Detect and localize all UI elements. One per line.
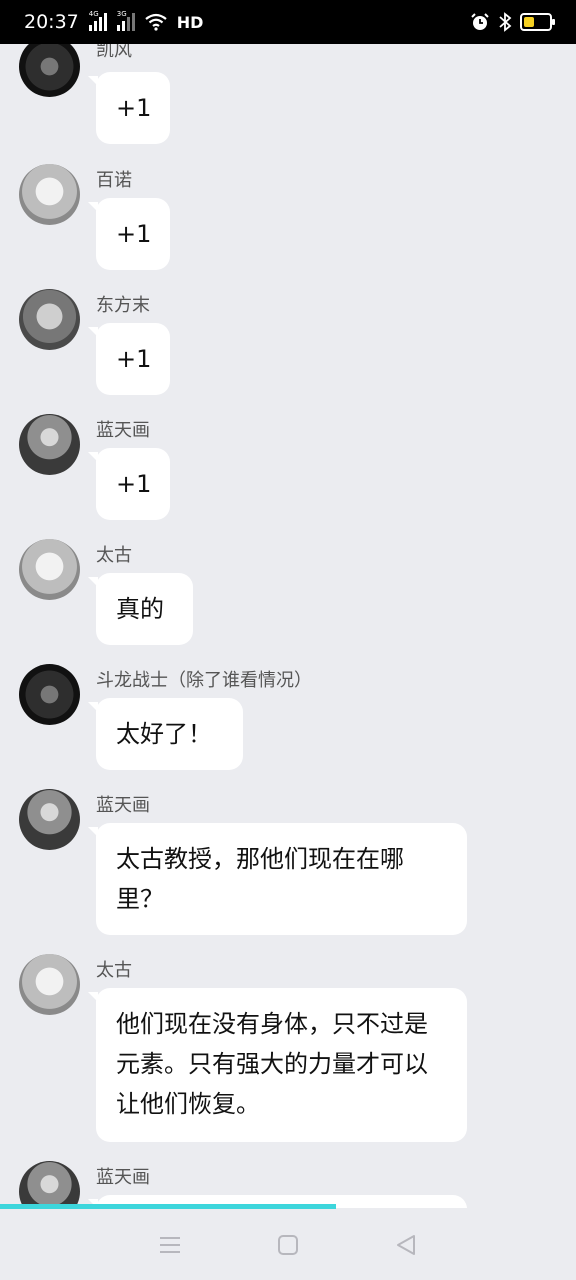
message-bubble[interactable]: +1 [88, 72, 170, 144]
avatar[interactable] [19, 289, 80, 350]
avatar[interactable] [19, 1161, 80, 1208]
message-bubble[interactable]: +1 [88, 323, 170, 395]
network-type-2: 3G [116, 10, 127, 18]
status-bar: 20:37 4G 3G HD [0, 0, 576, 44]
hd-indicator: HD [176, 12, 204, 32]
sender-name: 太古 [96, 545, 132, 566]
avatar[interactable] [19, 789, 80, 850]
message-bubble[interactable]: +1 [88, 448, 170, 520]
sender-name: 东方末 [96, 295, 150, 316]
message-bubble[interactable]: 真的 [88, 573, 193, 645]
message-bubble[interactable]: +1 [88, 198, 170, 270]
status-time: 20:37 [24, 11, 79, 33]
chat-list[interactable]: 凯风 +1 百诺 +1 东方末 +1 蓝天画 +1 太古 真的 斗龙战士（除了谁… [0, 44, 576, 1208]
sender-name: 百诺 [96, 170, 132, 191]
back-icon[interactable] [394, 1233, 418, 1257]
sender-name: 蓝天画 [96, 1167, 150, 1188]
sender-name: 蓝天画 [96, 795, 150, 816]
sender-name: 太古 [96, 960, 132, 981]
bluetooth-icon [499, 12, 512, 32]
avatar[interactable] [19, 664, 80, 725]
home-icon[interactable] [278, 1234, 298, 1255]
alarm-icon [471, 13, 489, 30]
battery-icon [520, 13, 555, 31]
sender-name: 蓝天画 [96, 420, 150, 441]
network-type-1: 4G [88, 10, 99, 18]
avatar[interactable] [19, 44, 80, 97]
avatar[interactable] [19, 954, 80, 1015]
navigation-bar [0, 1209, 576, 1280]
message-bubble[interactable]: 太好了！ [88, 698, 243, 770]
menu-icon[interactable] [158, 1233, 182, 1257]
avatar[interactable] [19, 414, 80, 475]
wifi-icon [145, 13, 167, 31]
signal-icon: 4G [88, 10, 107, 31]
sender-name: 斗龙战士（除了谁看情况） [96, 670, 312, 691]
message-bubble[interactable]: 他们现在没有身体，只不过是元素。只有强大的力量才可以让他们恢复。 [88, 988, 467, 1142]
message-bubble[interactable]: 太古教授，那他们现在在哪里？ [88, 823, 467, 935]
avatar[interactable] [19, 539, 80, 600]
sender-name: 凯风 [96, 44, 132, 61]
avatar[interactable] [19, 164, 80, 225]
signal-icon-2: 3G [116, 10, 135, 31]
